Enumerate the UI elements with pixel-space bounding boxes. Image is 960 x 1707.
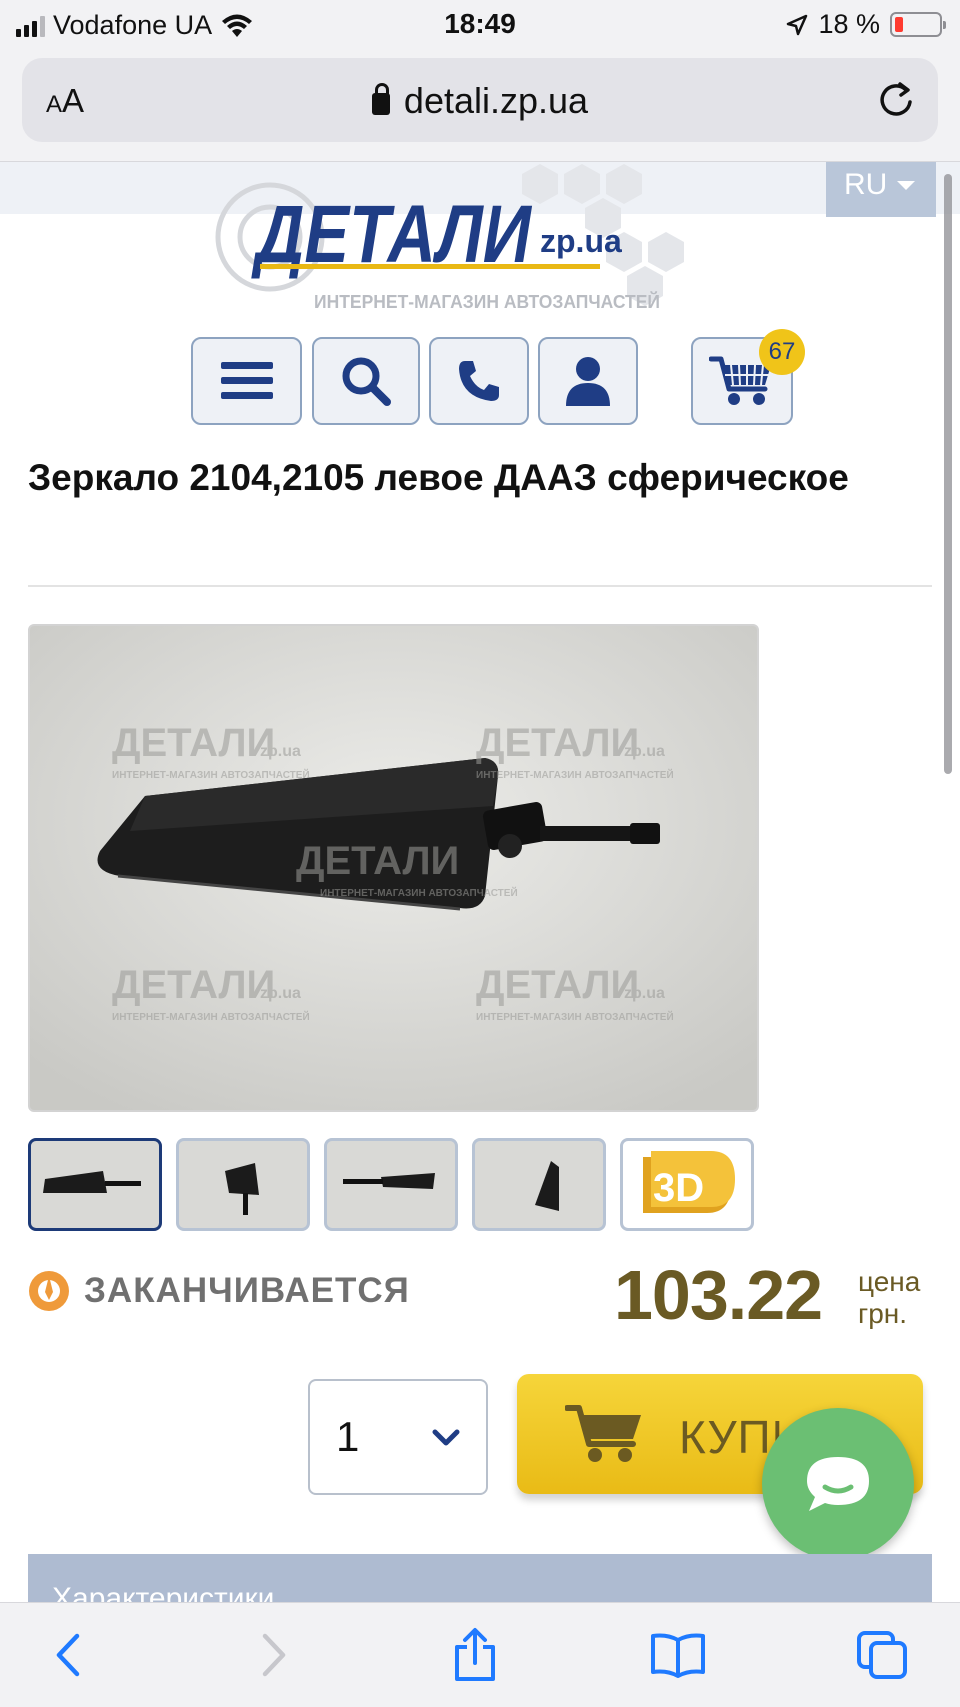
site-logo[interactable]: ДЕТАЛИ zp.ua ИНТЕРНЕТ-МАГАЗИН АВТОЗАПЧАС…: [210, 162, 770, 322]
thumbnail-3[interactable]: [324, 1138, 458, 1231]
price-currency: грн.: [858, 1298, 908, 1329]
product-title: Зеркало 2104,2105 левое ДААЗ сферическое: [28, 457, 849, 498]
url-display[interactable]: detali.zp.ua: [22, 80, 938, 122]
svg-text:ДЕТАЛИ: ДЕТАЛИ: [476, 721, 639, 765]
svg-text:3D: 3D: [653, 1166, 704, 1210]
thumbnail-2[interactable]: [176, 1138, 310, 1231]
url-text: detali.zp.ua: [403, 80, 589, 121]
svg-text:zp.ua: zp.ua: [624, 985, 665, 1002]
page-scrollbar[interactable]: [944, 174, 952, 774]
cart-count-badge: 67: [759, 329, 805, 375]
thumbnail-1[interactable]: [28, 1138, 162, 1231]
svg-text:ИНТЕРНЕТ-МАГАЗИН АВТОЗАПЧАСТЕЙ: ИНТЕРНЕТ-МАГАЗИН АВТОЗАПЧАСТЕЙ: [476, 1010, 674, 1023]
svg-text:ИНТЕРНЕТ-МАГАЗИН АВТОЗАПЧАСТЕЙ: ИНТЕРНЕТ-МАГАЗИН АВТОЗАПЧАСТЕЙ: [476, 768, 674, 781]
forward-button[interactable]: [244, 1625, 304, 1685]
stock-status: ЗАКАНЧИВАЕТСЯ: [28, 1270, 410, 1312]
browser-address-area: AA detali.zp.ua: [0, 50, 960, 162]
quantity-select[interactable]: 1: [308, 1379, 488, 1495]
price-label: цена грн.: [858, 1266, 920, 1330]
share-icon: [455, 1628, 495, 1681]
logo-underline: [260, 264, 600, 269]
characteristics-section[interactable]: Характеристики: [28, 1554, 932, 1602]
menu-button[interactable]: [191, 337, 302, 425]
bookmarks-button[interactable]: [648, 1625, 708, 1685]
svg-text:ИНТЕРНЕТ-МАГАЗИН АВТОЗАПЧАСТЕЙ: ИНТЕРНЕТ-МАГАЗИН АВТОЗАПЧАСТЕЙ: [112, 1010, 310, 1023]
cart-button[interactable]: 67: [691, 329, 805, 425]
chat-widget-button[interactable]: [762, 1408, 914, 1560]
chevron-left-icon: [56, 1633, 80, 1677]
book-icon: [651, 1633, 705, 1678]
chevron-down-icon: [432, 1429, 460, 1446]
phone-button[interactable]: [429, 337, 529, 425]
stock-status-icon: [29, 1271, 69, 1311]
account-button[interactable]: [538, 337, 638, 425]
caret-down-icon: [897, 181, 916, 190]
product-price: 103.22: [614, 1256, 823, 1334]
tabs-icon: [857, 1631, 907, 1679]
svg-text:ДЕТАЛИ: ДЕТАЛИ: [112, 963, 275, 1007]
browser-toolbar: [0, 1602, 960, 1707]
address-bar[interactable]: AA detali.zp.ua: [22, 58, 938, 142]
location-arrow-icon: [787, 14, 808, 35]
svg-text:ДЕТАЛИ: ДЕТАЛИ: [112, 721, 275, 765]
svg-text:ДЕТАЛИ: ДЕТАЛИ: [296, 839, 459, 883]
back-button[interactable]: [38, 1625, 98, 1685]
title-divider: [28, 585, 932, 587]
logo-suffix: zp.ua: [540, 223, 622, 259]
reload-icon[interactable]: [874, 78, 918, 122]
buy-cart-icon: [565, 1405, 641, 1462]
phone-icon: [459, 361, 499, 401]
mirror-photo: ДЕТАЛИ zp.ua ИНТЕРНЕТ-МАГАЗИН АВТОЗАПЧАС…: [30, 626, 757, 1110]
characteristics-title: Характеристики: [52, 1582, 275, 1602]
status-right: 18 %: [786, 9, 946, 40]
battery-level: [895, 17, 903, 32]
logo-tagline: ИНТЕРНЕТ-МАГАЗИН АВТОЗАПЧАСТЕЙ: [314, 291, 660, 312]
battery-percent: 18 %: [818, 9, 880, 39]
language-label: RU: [844, 168, 888, 201]
thumbnail-strip: 3D: [28, 1138, 758, 1233]
stock-status-text: ЗАКАНЧИВАЕТСЯ: [84, 1271, 410, 1310]
search-button[interactable]: [312, 337, 420, 425]
quantity-value: 1: [336, 1413, 360, 1460]
search-icon: [342, 357, 391, 406]
header-nav: 67: [0, 329, 960, 432]
language-selector[interactable]: RU: [826, 162, 936, 217]
web-page: ДЕТАЛИ zp.ua ИНТЕРНЕТ-МАГАЗИН АВТОЗАПЧАС…: [0, 162, 960, 1602]
lock-icon: [371, 83, 390, 115]
user-icon: [566, 357, 610, 406]
svg-text:zp.ua: zp.ua: [260, 985, 301, 1002]
chevron-right-icon: [262, 1633, 286, 1677]
hamburger-icon: [220, 362, 273, 399]
price-label-caption: цена: [858, 1266, 921, 1297]
chat-bubble-icon: [807, 1457, 869, 1511]
3d-view-icon: 3D: [643, 1151, 735, 1213]
svg-text:ИНТЕРНЕТ-МАГАЗИН АВТОЗАПЧАСТЕЙ: ИНТЕРНЕТ-МАГАЗИН АВТОЗАПЧАСТЕЙ: [112, 768, 310, 781]
tabs-button[interactable]: [852, 1625, 912, 1685]
status-bar: Vodafone UA 18:49 18 %: [0, 0, 960, 50]
svg-text:zp.ua: zp.ua: [624, 743, 665, 760]
battery-icon: [890, 12, 946, 37]
thumbnail-4[interactable]: [472, 1138, 606, 1231]
svg-text:ДЕТАЛИ: ДЕТАЛИ: [476, 963, 639, 1007]
share-button[interactable]: [445, 1625, 505, 1685]
product-main-image[interactable]: ДЕТАЛИ zp.ua ИНТЕРНЕТ-МАГАЗИН АВТОЗАПЧАС…: [28, 624, 759, 1112]
svg-text:ИНТЕРНЕТ-МАГАЗИН АВТОЗАПЧАСТЕЙ: ИНТЕРНЕТ-МАГАЗИН АВТОЗАПЧАСТЕЙ: [320, 886, 518, 899]
thumbnail-3d[interactable]: 3D: [620, 1138, 754, 1231]
svg-text:zp.ua: zp.ua: [260, 743, 301, 760]
